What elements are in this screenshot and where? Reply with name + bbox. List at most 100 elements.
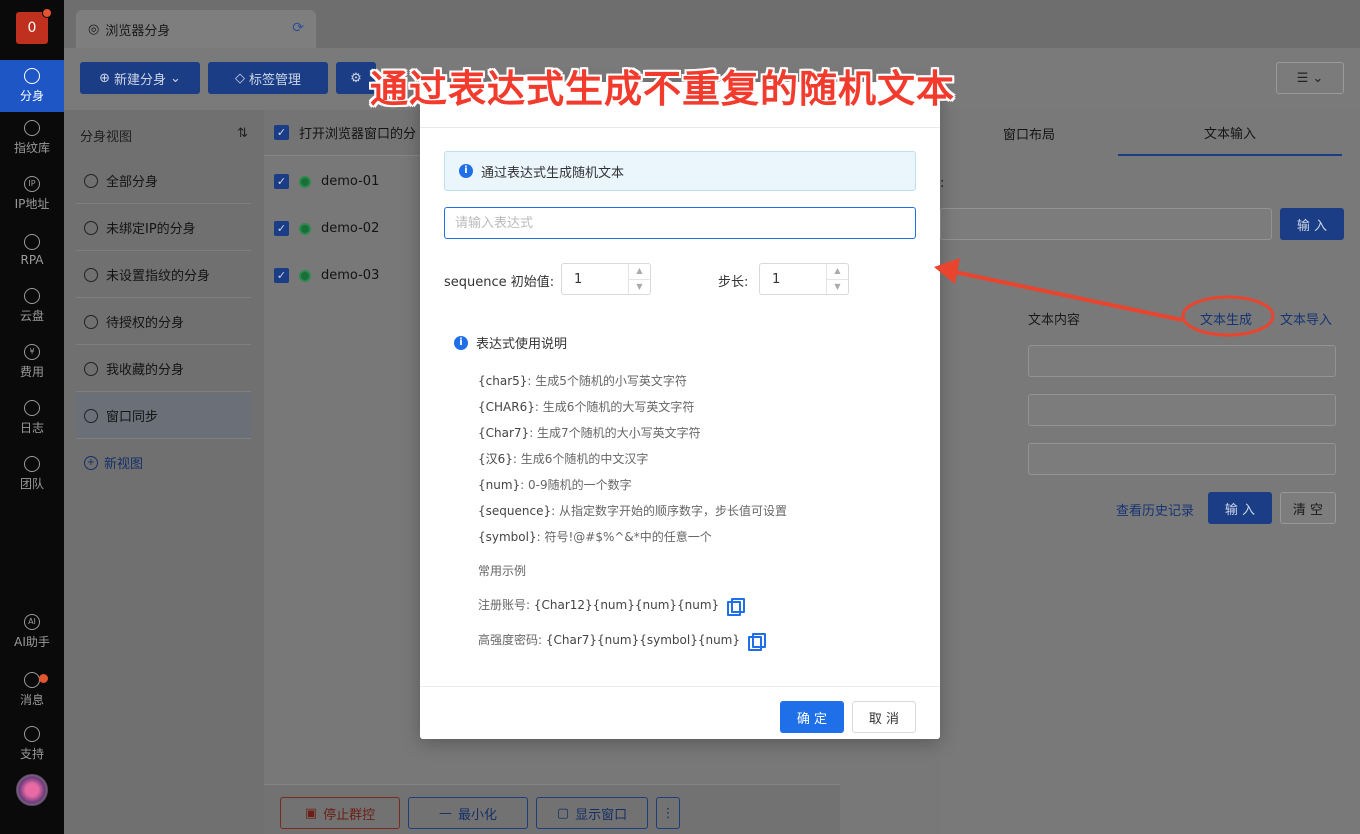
- chrome-icon: ◎: [88, 21, 100, 37]
- row-checkbox[interactable]: ✓: [274, 221, 289, 236]
- row-checkbox[interactable]: ✓: [274, 174, 289, 189]
- sort-menu-button[interactable]: ☰ ⌄: [1276, 62, 1344, 94]
- rail-item-team[interactable]: 团队: [0, 448, 64, 500]
- show-label: 显示窗口: [575, 807, 628, 823]
- chevron-down-icon[interactable]: ▼: [827, 280, 848, 295]
- guide-key: {sequence}: [478, 504, 552, 518]
- field-label-colon: :: [940, 176, 945, 191]
- rail-item-label: 团队: [19, 477, 44, 491]
- dialog-footer: 确 定 取 消: [420, 686, 940, 739]
- rail-item-log[interactable]: 日志: [0, 392, 64, 444]
- tab-label: 浏览器分身: [105, 23, 171, 39]
- text-content-field[interactable]: [1028, 443, 1336, 475]
- minimize-button[interactable]: — 最小化: [408, 797, 528, 829]
- step-stepper[interactable]: 1 ▲ ▼: [759, 263, 849, 295]
- input-button-bottom[interactable]: 输 入: [1208, 492, 1272, 524]
- row-name: demo-03: [321, 268, 380, 283]
- tab-text-input[interactable]: 文本输入: [1118, 110, 1342, 156]
- guide-key: {char5}: [478, 374, 528, 388]
- text-content-field[interactable]: [1028, 345, 1336, 377]
- examples-title: 常用示例: [478, 564, 527, 578]
- select-all-checkbox[interactable]: ✓: [274, 125, 289, 140]
- text-generate-link[interactable]: 文本生成: [1200, 309, 1252, 328]
- ai-icon: AI: [24, 614, 40, 630]
- expression-input[interactable]: [444, 207, 916, 239]
- guide-title-text: 表达式使用说明: [476, 337, 568, 352]
- input-label: 输 入: [1296, 218, 1328, 234]
- table-header-label: 打开浏览器窗口的分: [299, 127, 417, 142]
- stepper-arrows[interactable]: ▲ ▼: [826, 264, 848, 294]
- fingerprint-icon: [84, 267, 98, 282]
- guide-line: {汉6}: 生成6个随机的中文汉字: [478, 450, 648, 467]
- chevron-down-icon[interactable]: ▼: [629, 280, 650, 295]
- guide-line: {num}: 0-9随机的一个数字: [478, 476, 632, 493]
- new-profile-button[interactable]: ⊕ 新建分身 ⌄: [80, 62, 200, 94]
- view-item-label: 待授权的分身: [106, 316, 185, 331]
- more-button[interactable]: ⋮: [656, 797, 680, 829]
- new-profile-label: 新建分身: [113, 72, 166, 88]
- gear-icon: ⚙: [350, 70, 362, 86]
- rail-item-profiles[interactable]: 分身: [0, 60, 64, 112]
- chrome-icon: [299, 269, 311, 282]
- view-item-no-ip[interactable]: 未绑定IP的分身: [76, 205, 251, 251]
- view-item-all[interactable]: 全部分身: [76, 158, 251, 204]
- text-import-link[interactable]: 文本导入: [1280, 309, 1332, 328]
- stop-label: 停止群控: [323, 807, 376, 823]
- tab-window-layout[interactable]: 窗口布局: [940, 110, 1118, 156]
- chevron-up-icon[interactable]: ▲: [827, 264, 848, 280]
- text-content-field[interactable]: [1028, 394, 1336, 426]
- input-label: 输 入: [1224, 502, 1256, 518]
- headset-icon: [24, 726, 40, 742]
- guide-line: {symbol}: 符号!@#$%^&*中的任意一个: [478, 528, 712, 545]
- rail-item-ip[interactable]: IP IP地址: [0, 168, 64, 220]
- view-item-pending-auth[interactable]: 待授权的分身: [76, 299, 251, 345]
- input-button[interactable]: 输 入: [1280, 208, 1344, 240]
- guide-desc: : 从指定数字开始的顺序数字，步长值可设置: [551, 504, 787, 518]
- view-item-favorites[interactable]: 我收藏的分身: [76, 346, 251, 392]
- view-item-no-fingerprint[interactable]: 未设置指纹的分身: [76, 252, 251, 298]
- confirm-button[interactable]: 确 定: [780, 701, 844, 733]
- guide-key: {symbol}: [478, 530, 537, 544]
- view-history-link[interactable]: 查看历史记录: [1116, 500, 1194, 519]
- stepper-arrows[interactable]: ▲ ▼: [628, 264, 650, 294]
- guide-line: {sequence}: 从指定数字开始的顺序数字，步长值可设置: [478, 502, 787, 519]
- plus-circle-icon: +: [84, 455, 98, 470]
- rail-item-label: 费用: [19, 365, 44, 379]
- app-logo[interactable]: 0: [16, 8, 52, 44]
- new-view-button[interactable]: + 新视图: [84, 453, 143, 472]
- view-item-label: 我收藏的分身: [106, 363, 185, 378]
- rail-item-ai[interactable]: AI AI助手: [0, 606, 64, 658]
- tab-browser-profiles[interactable]: ◎ 浏览器分身 ⟳: [76, 10, 316, 48]
- chevron-up-icon[interactable]: ▲: [629, 264, 650, 280]
- minus-icon: —: [438, 805, 452, 821]
- rail-item-messages[interactable]: 消息: [0, 664, 64, 716]
- row-checkbox[interactable]: ✓: [274, 268, 289, 283]
- refresh-icon[interactable]: ⟳: [292, 20, 304, 36]
- rail-item-support[interactable]: 支持: [0, 718, 64, 770]
- clear-button[interactable]: 清 空: [1280, 492, 1336, 524]
- rail-item-cloud[interactable]: 云盘: [0, 280, 64, 332]
- avatar[interactable]: [16, 774, 48, 806]
- info-alert: i 通过表达式生成随机文本: [444, 151, 916, 191]
- sort-icon[interactable]: ⇅: [237, 126, 248, 145]
- sequence-stepper[interactable]: 1 ▲ ▼: [561, 263, 651, 295]
- rail-item-rpa[interactable]: RPA: [0, 224, 64, 276]
- copy-icon[interactable]: [747, 633, 766, 651]
- stop-group-control-button[interactable]: ▣ 停止群控: [280, 797, 400, 829]
- guide-line: {Char7}: 生成7个随机的大小写英文字符: [478, 424, 701, 441]
- rail-item-fee[interactable]: ¥ 费用: [0, 336, 64, 388]
- cancel-button[interactable]: 取 消: [852, 701, 916, 733]
- show-window-button[interactable]: ▢ 显示窗口: [536, 797, 648, 829]
- view-item-window-sync[interactable]: 窗口同步: [76, 393, 251, 439]
- guide-desc: : 生成6个随机的大写英文字符: [534, 400, 695, 414]
- copy-icon[interactable]: [727, 598, 746, 616]
- tag-manage-button[interactable]: ◇ 标签管理: [208, 62, 328, 94]
- rail-item-label: RPA: [20, 252, 44, 267]
- cancel-label: 取 消: [868, 711, 900, 727]
- sync-control-bar: ▣ 停止群控 — 最小化 ▢ 显示窗口 ⋮: [264, 784, 840, 834]
- text-field[interactable]: [940, 208, 1272, 240]
- step-label: 步长:: [718, 275, 749, 290]
- view-item-label: 全部分身: [106, 175, 159, 190]
- cloud-drive-icon: [24, 288, 40, 304]
- rail-item-fingerprint[interactable]: 指纹库: [0, 112, 64, 164]
